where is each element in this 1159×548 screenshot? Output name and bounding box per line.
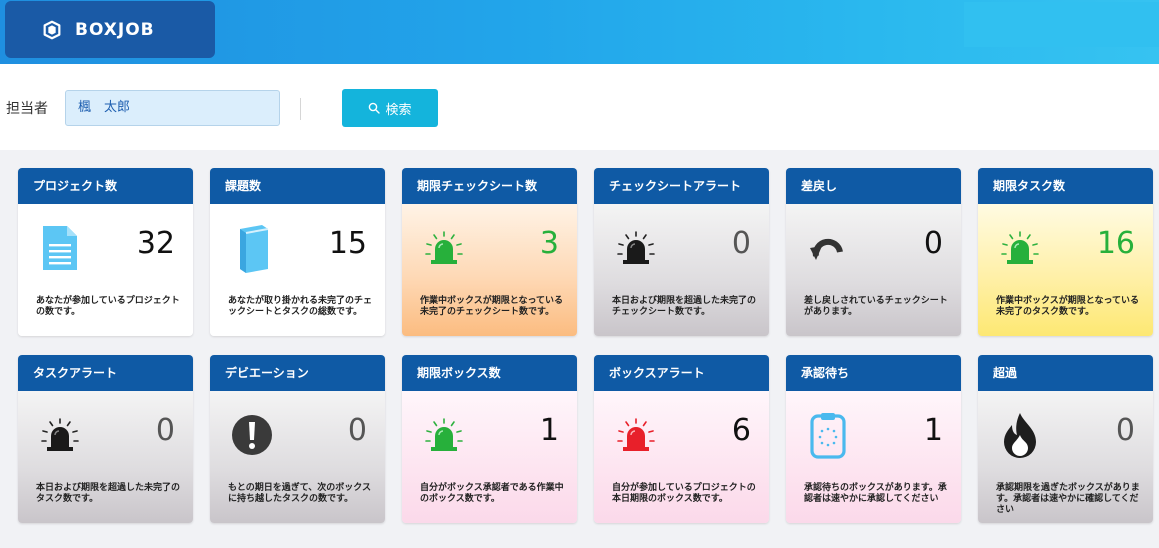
card-overdue[interactable]: 超過 0 承認期限を過ぎたボックスがあります。承認者は速やかに確認してください bbox=[978, 355, 1153, 523]
card-title: チェックシートアラート bbox=[594, 168, 769, 204]
siren-green-icon bbox=[420, 224, 468, 272]
card-deadline-box[interactable]: 期限ボックス数 1 自分がボックス承認者である作業中のボックス数です。 bbox=[402, 355, 577, 523]
card-issue-count[interactable]: 課題数 15 あなたが取り掛かれる未完了のチェックシートとタスクの総数です。 bbox=[210, 168, 385, 336]
card-value: 0 bbox=[731, 226, 751, 261]
card-description: 自分がボックス承認者である作業中のボックス数です。 bbox=[420, 483, 564, 504]
card-deadline-checksheet[interactable]: 期限チェックシート数 3 作業中ボックスが期限となっている未完了のチェックシート… bbox=[402, 168, 577, 336]
card-value: 0 bbox=[1115, 413, 1135, 448]
clipboard-icon bbox=[804, 411, 852, 459]
document-icon bbox=[36, 224, 84, 272]
card-title: 差戻し bbox=[786, 168, 961, 204]
card-description: あなたが参加しているプロジェクトの数です。 bbox=[36, 296, 180, 317]
card-description: 承認待ちのボックスがあります。承認者は速やかに承認してください bbox=[804, 483, 947, 504]
card-value: 32 bbox=[136, 226, 175, 261]
filter-divider bbox=[300, 98, 301, 120]
book-icon bbox=[228, 224, 276, 273]
card-checksheet-alert[interactable]: チェックシートアラート 0 本日および期限を超過した未完了のチェックシート数です… bbox=[594, 168, 769, 336]
search-icon bbox=[369, 102, 381, 114]
filter-bar: 担当者 楓 太郎 検索 bbox=[0, 64, 1159, 150]
card-value: 1 bbox=[539, 413, 559, 448]
card-title: プロジェクト数 bbox=[18, 168, 193, 204]
search-button[interactable]: 検索 bbox=[342, 89, 438, 127]
card-value: 0 bbox=[347, 413, 367, 448]
card-awaiting-approval[interactable]: 承認待ち 1 承認待ちのボックスがあります。承認者は速やかに承認してください bbox=[786, 355, 961, 523]
card-deadline-task[interactable]: 期限タスク数 16 作業中ボックスが期限となっている未完了のタスク数です。 bbox=[978, 168, 1153, 336]
card-project-count[interactable]: プロジェクト数 32 あなたが参加しているプロジェクトの数です。 bbox=[18, 168, 193, 336]
siren-black-icon bbox=[612, 224, 660, 272]
card-title: 期限チェックシート数 bbox=[402, 168, 577, 204]
card-title: ボックスアラート bbox=[594, 355, 769, 391]
card-sent-back[interactable]: 差戻し 0 差し戻しされているチェックシートがあります。 bbox=[786, 168, 961, 336]
card-value: 0 bbox=[923, 226, 943, 261]
card-value: 1 bbox=[923, 413, 943, 448]
card-description: あなたが取り掛かれる未完了のチェックシートとタスクの総数です。 bbox=[228, 296, 373, 317]
summary-panel: プロジェクト数 32 あなたが参加しているプロジェクトの数です。 課題数 15 … bbox=[0, 150, 1159, 548]
card-description: 本日および期限を超過した未完了のチェックシート数です。 bbox=[612, 296, 757, 317]
boxjob-logo-icon bbox=[43, 20, 61, 39]
card-description: 作業中ボックスが期限となっている未完了のチェックシート数です。 bbox=[420, 296, 564, 317]
card-title: 課題数 bbox=[210, 168, 385, 204]
card-title: デビエーション bbox=[210, 355, 385, 391]
fire-icon bbox=[996, 411, 1044, 459]
header-right-area bbox=[964, 2, 1159, 47]
logo-text: BOXJOB bbox=[75, 19, 155, 40]
card-description: 自分が参加しているプロジェクトの本日期限のボックス数です。 bbox=[612, 483, 756, 504]
card-description: 本日および期限を超過した未完了のタスク数です。 bbox=[36, 483, 181, 504]
siren-green-icon bbox=[996, 224, 1044, 272]
card-title: 期限タスク数 bbox=[978, 168, 1153, 204]
card-deviation[interactable]: デビエーション 0 もとの期日を過ぎて、次のボックスに持ち越したタスクの数です。 bbox=[210, 355, 385, 523]
card-title: 期限ボックス数 bbox=[402, 355, 577, 391]
siren-red-icon bbox=[612, 411, 660, 459]
card-description: 承認期限を過ぎたボックスがあります。承認者は速やかに確認してください bbox=[996, 483, 1140, 515]
card-value: 6 bbox=[731, 413, 751, 448]
siren-green-icon bbox=[420, 411, 468, 459]
search-button-label: 検索 bbox=[385, 102, 412, 118]
card-description: 差し戻しされているチェックシートがあります。 bbox=[804, 296, 948, 317]
card-value: 0 bbox=[155, 413, 175, 448]
undo-arrow-icon bbox=[804, 224, 852, 272]
card-box-alert[interactable]: ボックスアラート 6 自分が参加しているプロジェクトの本日期限のボックス数です。 bbox=[594, 355, 769, 523]
app-header: BOXJOB bbox=[0, 0, 1159, 64]
card-description: もとの期日を過ぎて、次のボックスに持ち越したタスクの数です。 bbox=[228, 483, 372, 504]
card-description: 作業中ボックスが期限となっている未完了のタスク数です。 bbox=[996, 296, 1140, 317]
card-title: タスクアラート bbox=[18, 355, 193, 391]
card-value: 16 bbox=[1096, 226, 1135, 261]
assignee-field[interactable]: 楓 太郎 bbox=[65, 90, 280, 126]
siren-black-icon bbox=[36, 411, 84, 459]
app-logo[interactable]: BOXJOB bbox=[5, 1, 215, 58]
card-value: 15 bbox=[328, 226, 367, 261]
exclamation-icon bbox=[228, 411, 276, 459]
card-title: 超過 bbox=[978, 355, 1153, 391]
card-task-alert[interactable]: タスクアラート 0 本日および期限を超過した未完了のタスク数です。 bbox=[18, 355, 193, 523]
assignee-label: 担当者 bbox=[6, 101, 48, 117]
card-title: 承認待ち bbox=[786, 355, 961, 391]
card-value: 3 bbox=[539, 226, 559, 261]
